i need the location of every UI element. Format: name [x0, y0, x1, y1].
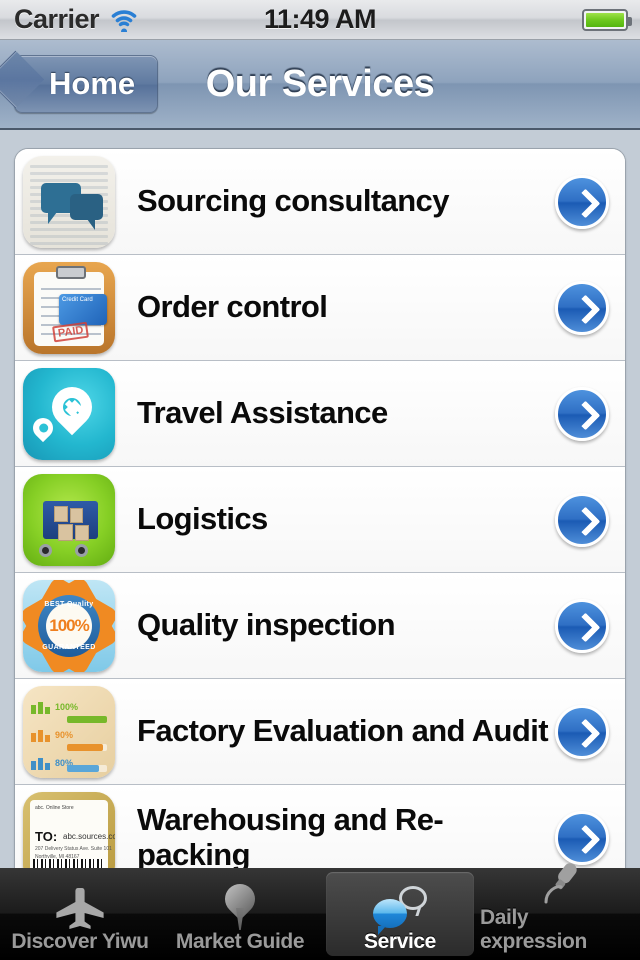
- status-bar: Carrier 11:49 AM: [0, 0, 640, 40]
- chevron-right-icon[interactable]: [555, 598, 609, 653]
- tab-bar: Discover Yiwu Market Guide Service Daily: [0, 863, 640, 960]
- list-item[interactable]: Sourcing consultancy: [15, 149, 625, 255]
- clipboard-invoice-icon: Credit Card PAID: [23, 261, 115, 354]
- chevron-right-icon[interactable]: [555, 704, 609, 759]
- truck-boxes-icon: [23, 473, 115, 566]
- battery-fill: [586, 13, 624, 27]
- tab-discover-yiwu[interactable]: Discover Yiwu: [0, 868, 160, 960]
- pin-small: [28, 413, 58, 442]
- list-item-label: Sourcing consultancy: [137, 183, 449, 219]
- list-item-label: Quality inspection: [137, 607, 396, 643]
- cargo-boxes: [54, 505, 94, 548]
- list-item-label: Factory Evaluation and Audit: [137, 713, 549, 749]
- tab-service[interactable]: Service: [320, 868, 480, 960]
- factory-glyph: [31, 700, 51, 714]
- chevron-right-icon[interactable]: [555, 174, 609, 229]
- chevron-right-icon[interactable]: [555, 280, 609, 335]
- credit-card-icon: Credit Card: [59, 293, 107, 325]
- label-header: abc. Online Store: [35, 805, 74, 811]
- clipboard-clip: [56, 265, 86, 279]
- barcode: [33, 859, 105, 868]
- label-recipient: abc.sources.com: [63, 832, 115, 841]
- bubble-front: [70, 193, 103, 230]
- badge-top-text: BEST Quality: [44, 600, 94, 608]
- factory-row-2: 90%: [31, 728, 73, 742]
- map-pin-icon: [23, 367, 115, 460]
- chevron-right-icon[interactable]: [555, 492, 609, 547]
- list-item[interactable]: 100% 90% 80% Factory Evaluation and Audi…: [15, 679, 625, 785]
- tab-label: Daily expression: [480, 906, 587, 953]
- truck-wheel: [75, 543, 88, 557]
- list-item-label: Warehousing and Re-packing: [137, 802, 444, 868]
- badge-bottom-text: GUARANTEED: [42, 643, 96, 651]
- list-item[interactable]: Logistics: [15, 467, 625, 573]
- badge-percent: 100%: [46, 602, 92, 649]
- chevron-right-icon[interactable]: [555, 811, 609, 865]
- navigation-bar: Home Our Services: [0, 40, 640, 130]
- list-item[interactable]: Credit Card PAID Order control: [15, 255, 625, 361]
- airplane-icon: [52, 882, 108, 930]
- bar-fill-2: [67, 743, 103, 751]
- list-item[interactable]: 100% BEST Quality GUARANTEED Quality ins…: [15, 573, 625, 679]
- tab-label: Discover Yiwu: [11, 930, 149, 953]
- list-item[interactable]: Travel Assistance: [15, 361, 625, 467]
- tab-daily-expression[interactable]: Daily expression: [480, 863, 640, 960]
- speech-bubbles-icon: [23, 155, 115, 248]
- list-item-label: Order control: [137, 289, 328, 325]
- battery-full-icon: [582, 9, 632, 31]
- back-button-label: Home: [49, 66, 136, 101]
- services-table: Sourcing consultancy Credit Card PAID Or…: [14, 148, 626, 868]
- microphone-icon: [537, 860, 583, 906]
- truck-cab: [31, 510, 51, 539]
- bar-fill-3: [67, 764, 99, 772]
- label-to: TO:: [35, 829, 58, 844]
- bar-fill-1: [67, 715, 107, 723]
- tab-label: Market Guide: [175, 930, 305, 953]
- truck-wheel: [39, 543, 52, 557]
- factory-percent: 100%: [55, 701, 79, 712]
- list-item-label: Logistics: [137, 501, 268, 537]
- list-item-label: Travel Assistance: [137, 395, 388, 431]
- factory-glyph: [31, 728, 51, 742]
- tab-market-guide[interactable]: Market Guide: [160, 868, 320, 960]
- services-scroll-area[interactable]: Sourcing consultancy Credit Card PAID Or…: [0, 132, 640, 868]
- factory-chart-icon: 100% 90% 80%: [23, 685, 115, 778]
- back-button-home[interactable]: Home: [14, 55, 159, 113]
- tab-label: Service: [364, 930, 436, 953]
- chevron-right-icon[interactable]: [555, 386, 609, 441]
- status-bar-clock: 11:49 AM: [263, 4, 377, 34]
- list-item[interactable]: abc. Online Store TO: abc.sources.com 20…: [15, 785, 625, 868]
- factory-glyph: [31, 756, 51, 770]
- shipping-label-icon: abc. Online Store TO: abc.sources.com 20…: [23, 792, 115, 868]
- factory-percent: 90%: [55, 729, 74, 740]
- quality-badge-icon: 100% BEST Quality GUARANTEED: [23, 579, 115, 672]
- chat-bubbles-icon: [373, 882, 427, 935]
- map-pin-icon: [218, 877, 262, 930]
- factory-row-1: 100%: [31, 700, 78, 714]
